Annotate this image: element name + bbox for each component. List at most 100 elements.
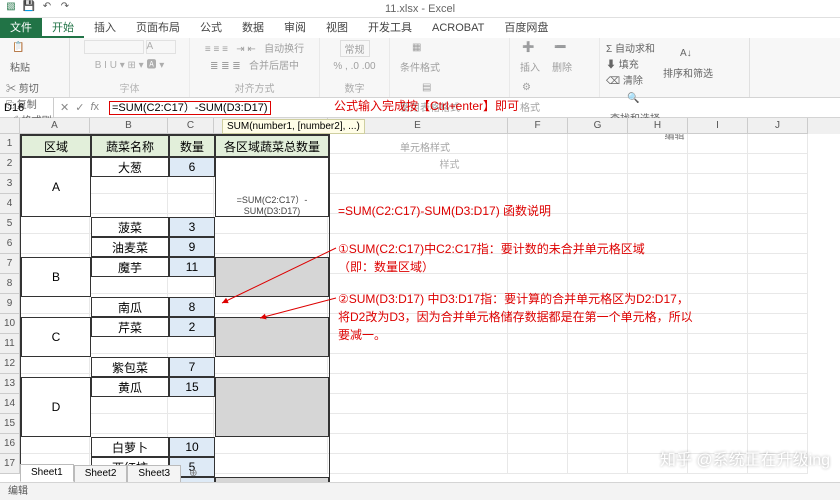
cell[interactable] xyxy=(628,174,688,194)
fx-icon[interactable]: fx xyxy=(90,101,99,114)
cut-button[interactable]: ✂ 剪切 xyxy=(6,80,51,95)
format-cells-button[interactable]: ⚙格式 xyxy=(516,80,544,116)
cell[interactable] xyxy=(748,294,808,314)
cell[interactable] xyxy=(328,154,508,174)
row-7[interactable]: 7 xyxy=(0,254,20,274)
cell[interactable] xyxy=(688,394,748,414)
qty-cell[interactable]: 8 xyxy=(169,297,215,317)
cell[interactable] xyxy=(508,354,568,374)
name-cell[interactable]: 油麦菜 xyxy=(91,237,169,257)
cancel-formula-icon[interactable]: ✕ xyxy=(60,101,69,114)
grid[interactable]: A B C D E F G H I J 12345678910111213141… xyxy=(0,118,840,482)
sheet-tab-1[interactable]: Sheet1 xyxy=(20,464,74,482)
cell[interactable] xyxy=(568,394,628,414)
redo-icon[interactable]: ↷ xyxy=(58,0,72,14)
total-cell[interactable] xyxy=(215,317,329,357)
tab-formula[interactable]: 公式 xyxy=(190,18,232,38)
cell[interactable] xyxy=(688,354,748,374)
tab-layout[interactable]: 页面布局 xyxy=(126,18,190,38)
undo-icon[interactable]: ↶ xyxy=(40,0,54,14)
cell[interactable] xyxy=(628,214,688,234)
cell[interactable] xyxy=(748,194,808,214)
cell[interactable] xyxy=(508,374,568,394)
region-cell[interactable]: C xyxy=(21,317,91,357)
row-10[interactable]: 10 xyxy=(0,314,20,334)
region-cell[interactable]: B xyxy=(21,257,91,297)
cell[interactable] xyxy=(628,354,688,374)
row-2[interactable]: 2 xyxy=(0,154,20,174)
qty-cell[interactable]: 15 xyxy=(169,377,215,397)
sort-button[interactable]: A↓排序和筛选 xyxy=(659,46,717,82)
row-4[interactable]: 4 xyxy=(0,194,20,214)
cell[interactable] xyxy=(748,414,808,434)
cell[interactable] xyxy=(568,174,628,194)
row-11[interactable]: 11 xyxy=(0,334,20,354)
col-I[interactable]: I xyxy=(688,118,748,134)
row-1[interactable]: 1 xyxy=(0,134,20,154)
tab-acrobat[interactable]: ACROBAT xyxy=(422,18,494,38)
cell[interactable] xyxy=(568,374,628,394)
cell[interactable] xyxy=(328,134,508,154)
row-16[interactable]: 16 xyxy=(0,434,20,454)
tab-insert[interactable]: 插入 xyxy=(84,18,126,38)
cell[interactable] xyxy=(628,194,688,214)
row-15[interactable]: 15 xyxy=(0,414,20,434)
cell[interactable] xyxy=(748,334,808,354)
cell[interactable] xyxy=(688,254,748,274)
cell[interactable] xyxy=(328,174,508,194)
cell[interactable] xyxy=(628,374,688,394)
tab-file[interactable]: 文件 xyxy=(0,18,42,38)
qty-cell[interactable]: 10 xyxy=(169,437,215,457)
cell[interactable] xyxy=(688,214,748,234)
tab-dev[interactable]: 开发工具 xyxy=(358,18,422,38)
insert-cells-button[interactable]: ➕插入 xyxy=(516,40,544,76)
col-J[interactable]: J xyxy=(748,118,808,134)
col-H[interactable]: H xyxy=(628,118,688,134)
name-box[interactable]: D16 xyxy=(0,98,54,118)
row-5[interactable]: 5 xyxy=(0,214,20,234)
save-icon[interactable]: 💾 xyxy=(22,0,36,14)
cell[interactable] xyxy=(568,214,628,234)
cell[interactable] xyxy=(328,414,508,434)
cell[interactable] xyxy=(328,454,508,474)
qty-cell[interactable]: 7 xyxy=(169,357,215,377)
name-cell[interactable]: 黄瓜 xyxy=(91,377,169,397)
cell[interactable] xyxy=(568,134,628,154)
region-cell[interactable]: A xyxy=(21,157,91,217)
name-cell[interactable]: 魔芋 xyxy=(91,257,169,277)
cell[interactable] xyxy=(568,194,628,214)
delete-cells-button[interactable]: ➖删除 xyxy=(548,40,576,76)
cell[interactable] xyxy=(568,454,628,474)
qty-cell[interactable]: 3 xyxy=(169,217,215,237)
cell[interactable] xyxy=(748,354,808,374)
new-sheet-button[interactable]: ⊕ xyxy=(181,468,205,479)
cell[interactable] xyxy=(508,434,568,454)
cell[interactable] xyxy=(328,394,508,414)
tab-review[interactable]: 审阅 xyxy=(274,18,316,38)
total-cell[interactable] xyxy=(215,257,329,297)
total-cell[interactable] xyxy=(215,377,329,437)
cell[interactable] xyxy=(748,394,808,414)
name-cell[interactable]: 大葱 xyxy=(91,157,169,177)
cell[interactable] xyxy=(628,414,688,434)
tab-data[interactable]: 数据 xyxy=(232,18,274,38)
tab-view[interactable]: 视图 xyxy=(316,18,358,38)
cell[interactable] xyxy=(688,414,748,434)
cell[interactable] xyxy=(748,274,808,294)
name-cell[interactable]: 南瓜 xyxy=(91,297,169,317)
name-cell[interactable]: 白萝卜 xyxy=(91,437,169,457)
cell[interactable] xyxy=(688,134,748,154)
cell[interactable] xyxy=(748,374,808,394)
cell[interactable] xyxy=(628,394,688,414)
row-6[interactable]: 6 xyxy=(0,234,20,254)
qty-cell[interactable]: 2 xyxy=(169,317,215,337)
name-cell[interactable]: 紫包菜 xyxy=(91,357,169,377)
fill-button[interactable]: ⬇ 填充 xyxy=(606,56,655,71)
cell[interactable] xyxy=(328,374,508,394)
cell[interactable] xyxy=(628,154,688,174)
cell[interactable] xyxy=(508,174,568,194)
row-9[interactable]: 9 xyxy=(0,294,20,314)
cell[interactable] xyxy=(508,394,568,414)
name-cell[interactable]: 芹菜 xyxy=(91,317,169,337)
qty-cell[interactable]: 6 xyxy=(169,157,215,177)
